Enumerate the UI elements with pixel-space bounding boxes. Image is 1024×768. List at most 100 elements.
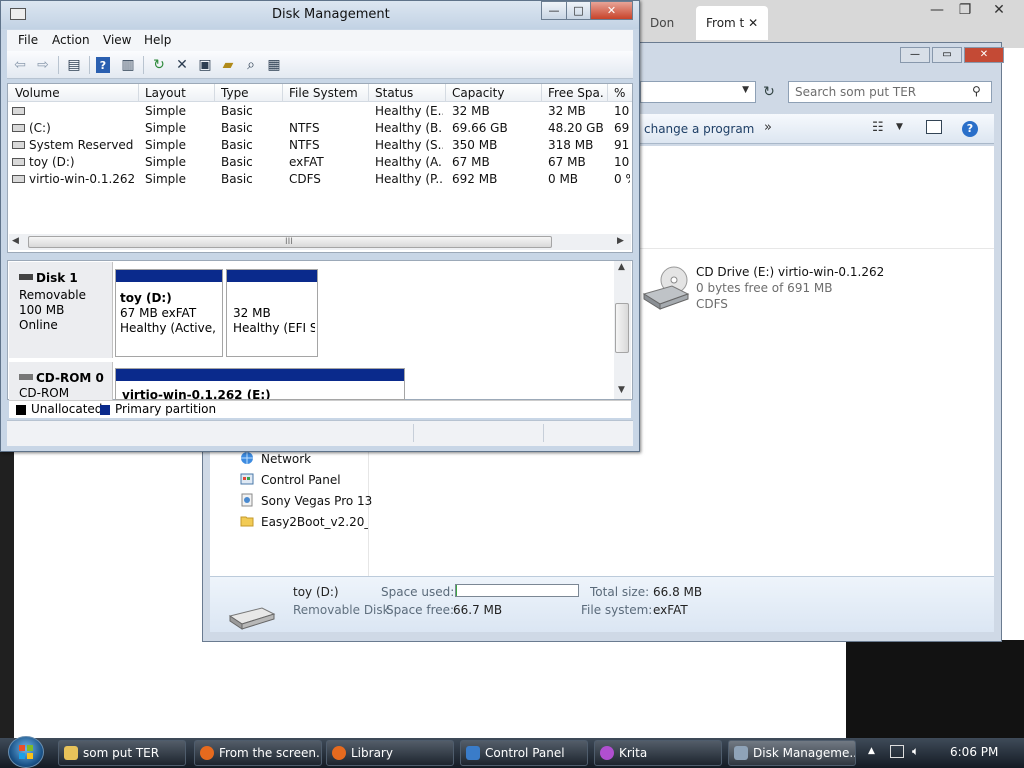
disk-management-app-icon[interactable] (10, 8, 26, 20)
section-divider (640, 248, 994, 249)
browser-close-button[interactable]: ✕ (984, 0, 1014, 20)
partition-virtio-win[interactable]: virtio-win-0.1.262 (E:) (115, 368, 405, 400)
minimize-button[interactable]: — (541, 1, 567, 20)
address-dropdown-icon[interactable]: ▼ (742, 85, 749, 95)
search-input[interactable]: Search som put TER (788, 81, 992, 103)
taskbar-item-library[interactable]: Library (326, 740, 454, 766)
column-header-volume[interactable]: Volume (15, 86, 60, 100)
taskbar-item-krita[interactable]: Krita (594, 740, 722, 766)
properties-icon[interactable]: ▣ (196, 56, 214, 74)
show-hide-action-pane-icon[interactable]: ▥ (119, 56, 137, 74)
address-bar[interactable]: ▼ (640, 81, 756, 103)
nav-item-easy2boot[interactable]: Easy2Boot_v2.20_DP (240, 512, 368, 532)
refresh-icon[interactable]: ↻ (150, 56, 168, 74)
taskbar-item-control-panel[interactable]: Control Panel (460, 740, 588, 766)
search-icon[interactable]: ⚲ (972, 84, 981, 98)
browser-tab-inactive[interactable]: Don (640, 6, 692, 40)
browser-minimize-button[interactable]: — (922, 0, 952, 20)
scroll-left-icon[interactable]: ◀ (12, 236, 19, 246)
start-button[interactable] (8, 736, 44, 768)
show-hide-console-tree-icon[interactable]: ▤ (65, 56, 83, 74)
disk-1-header[interactable]: Disk 1 Removable 100 MB Online (9, 262, 113, 358)
taskbar-item-som-put-ter[interactable]: som put TER (58, 740, 186, 766)
nav-item-control-panel[interactable]: Control Panel (240, 470, 341, 490)
preview-pane-icon[interactable] (926, 120, 942, 134)
cd-rom-icon (19, 374, 33, 380)
explorer-minimize-button[interactable]: — (900, 47, 930, 63)
help-book-icon[interactable]: ? (96, 57, 110, 73)
scroll-right-icon[interactable]: ▶ (617, 236, 624, 246)
volume-muted-icon[interactable]: 🔈︎ (912, 744, 919, 759)
volume-cell-text: 69 (614, 121, 630, 135)
column-header-percent-free[interactable]: % F (614, 86, 630, 100)
partition-efi[interactable]: 32 MB Healthy (EFI Sy (226, 269, 318, 357)
menu-help[interactable]: Help (144, 33, 171, 47)
nav-item-network[interactable]: Network (240, 449, 311, 469)
volume-icon (12, 141, 25, 149)
menu-file[interactable]: File (18, 33, 38, 47)
browser-maximize-button[interactable]: ❐ (950, 0, 980, 20)
column-header-layout[interactable]: Layout (145, 86, 186, 100)
cd-drive-name[interactable]: CD Drive (E:) virtio-win-0.1.262 (696, 265, 884, 279)
volume-cell-text: Simple (145, 104, 186, 118)
cd-drive-icon[interactable] (642, 266, 690, 310)
column-divider[interactable] (541, 84, 542, 102)
view-options-icon[interactable]: ☷ (872, 120, 884, 135)
column-header-type[interactable]: Type (221, 86, 249, 100)
explorer-maximize-button[interactable]: ▭ (932, 47, 962, 63)
scroll-up-icon[interactable]: ▲ (618, 262, 625, 272)
column-divider[interactable] (138, 84, 139, 102)
legend-swatch-unallocated (16, 405, 26, 415)
menu-view[interactable]: View (103, 33, 131, 47)
volume-cell: Basic (221, 104, 279, 118)
column-divider[interactable] (607, 84, 608, 102)
rescan-disks-icon[interactable]: ▦ (265, 56, 283, 74)
maximize-button[interactable]: □ (566, 1, 591, 20)
help-icon[interactable]: ? (962, 121, 978, 137)
tab-close-icon[interactable]: ✕ (748, 16, 758, 30)
back-arrow-icon[interactable]: ⇦ (11, 56, 29, 74)
chevron-down-icon[interactable]: ▼ (896, 122, 903, 132)
show-hidden-icons-button[interactable]: ▲ (868, 746, 875, 756)
volume-cell: 91 (614, 138, 630, 152)
scroll-down-icon[interactable]: ▼ (618, 385, 625, 395)
taskbar-item-disk-management[interactable]: Disk Manageme... (728, 740, 856, 766)
disk-management-icon (734, 746, 748, 760)
close-button[interactable]: ✕ (590, 1, 633, 20)
scrollbar-thumb[interactable] (615, 303, 629, 353)
volume-cell: 48.20 GB (548, 121, 604, 135)
cd-rom-title: CD-ROM 0 (19, 371, 104, 385)
refresh-icon[interactable]: ↻ (758, 81, 780, 103)
column-header-status[interactable]: Status (375, 86, 413, 100)
network-tray-icon[interactable] (890, 745, 904, 758)
partition-toy[interactable]: toy (D:) 67 MB exFAT Healthy (Active, P (115, 269, 223, 357)
toolbar-more-button[interactable]: » (764, 120, 772, 135)
open-folder-icon[interactable]: ▰ (219, 56, 237, 74)
menu-action[interactable]: Action (52, 33, 90, 47)
volume-cell: Simple (145, 121, 211, 135)
total-size-value: 66.8 MB (653, 585, 703, 599)
menu-bar (7, 30, 633, 51)
forward-arrow-icon[interactable]: ⇨ (34, 56, 52, 74)
clock[interactable]: 6:06 PM (950, 745, 998, 759)
delete-icon[interactable]: ✕ (173, 56, 191, 74)
explorer-close-button[interactable]: ✕ (964, 47, 1004, 63)
column-header-file-system[interactable]: File System (289, 86, 358, 100)
column-divider[interactable] (368, 84, 369, 102)
taskbar-item-firefox-screen[interactable]: From the screen... (194, 740, 322, 766)
cd-rom-0-header[interactable]: CD-ROM 0 CD-ROM (9, 362, 113, 400)
explore-icon[interactable]: ⌕ (242, 56, 260, 74)
column-divider[interactable] (445, 84, 446, 102)
column-header-capacity[interactable]: Capacity (452, 86, 504, 100)
nav-item-sony-vegas[interactable]: Sony Vegas Pro 13 (240, 491, 372, 511)
volume-cell: Simple (145, 104, 211, 118)
column-header-free-space[interactable]: Free Spa... (548, 86, 604, 100)
volume-cell: 350 MB (452, 138, 538, 152)
column-divider[interactable] (214, 84, 215, 102)
change-program-button[interactable]: change a program (644, 122, 754, 136)
volume-cell-text: Healthy (S... (375, 138, 443, 152)
volume-cell-text: Basic (221, 121, 253, 135)
browser-tab-active[interactable]: From t ✕ (696, 6, 768, 40)
column-divider[interactable] (282, 84, 283, 102)
volume-cell-text: 318 MB (548, 138, 594, 152)
